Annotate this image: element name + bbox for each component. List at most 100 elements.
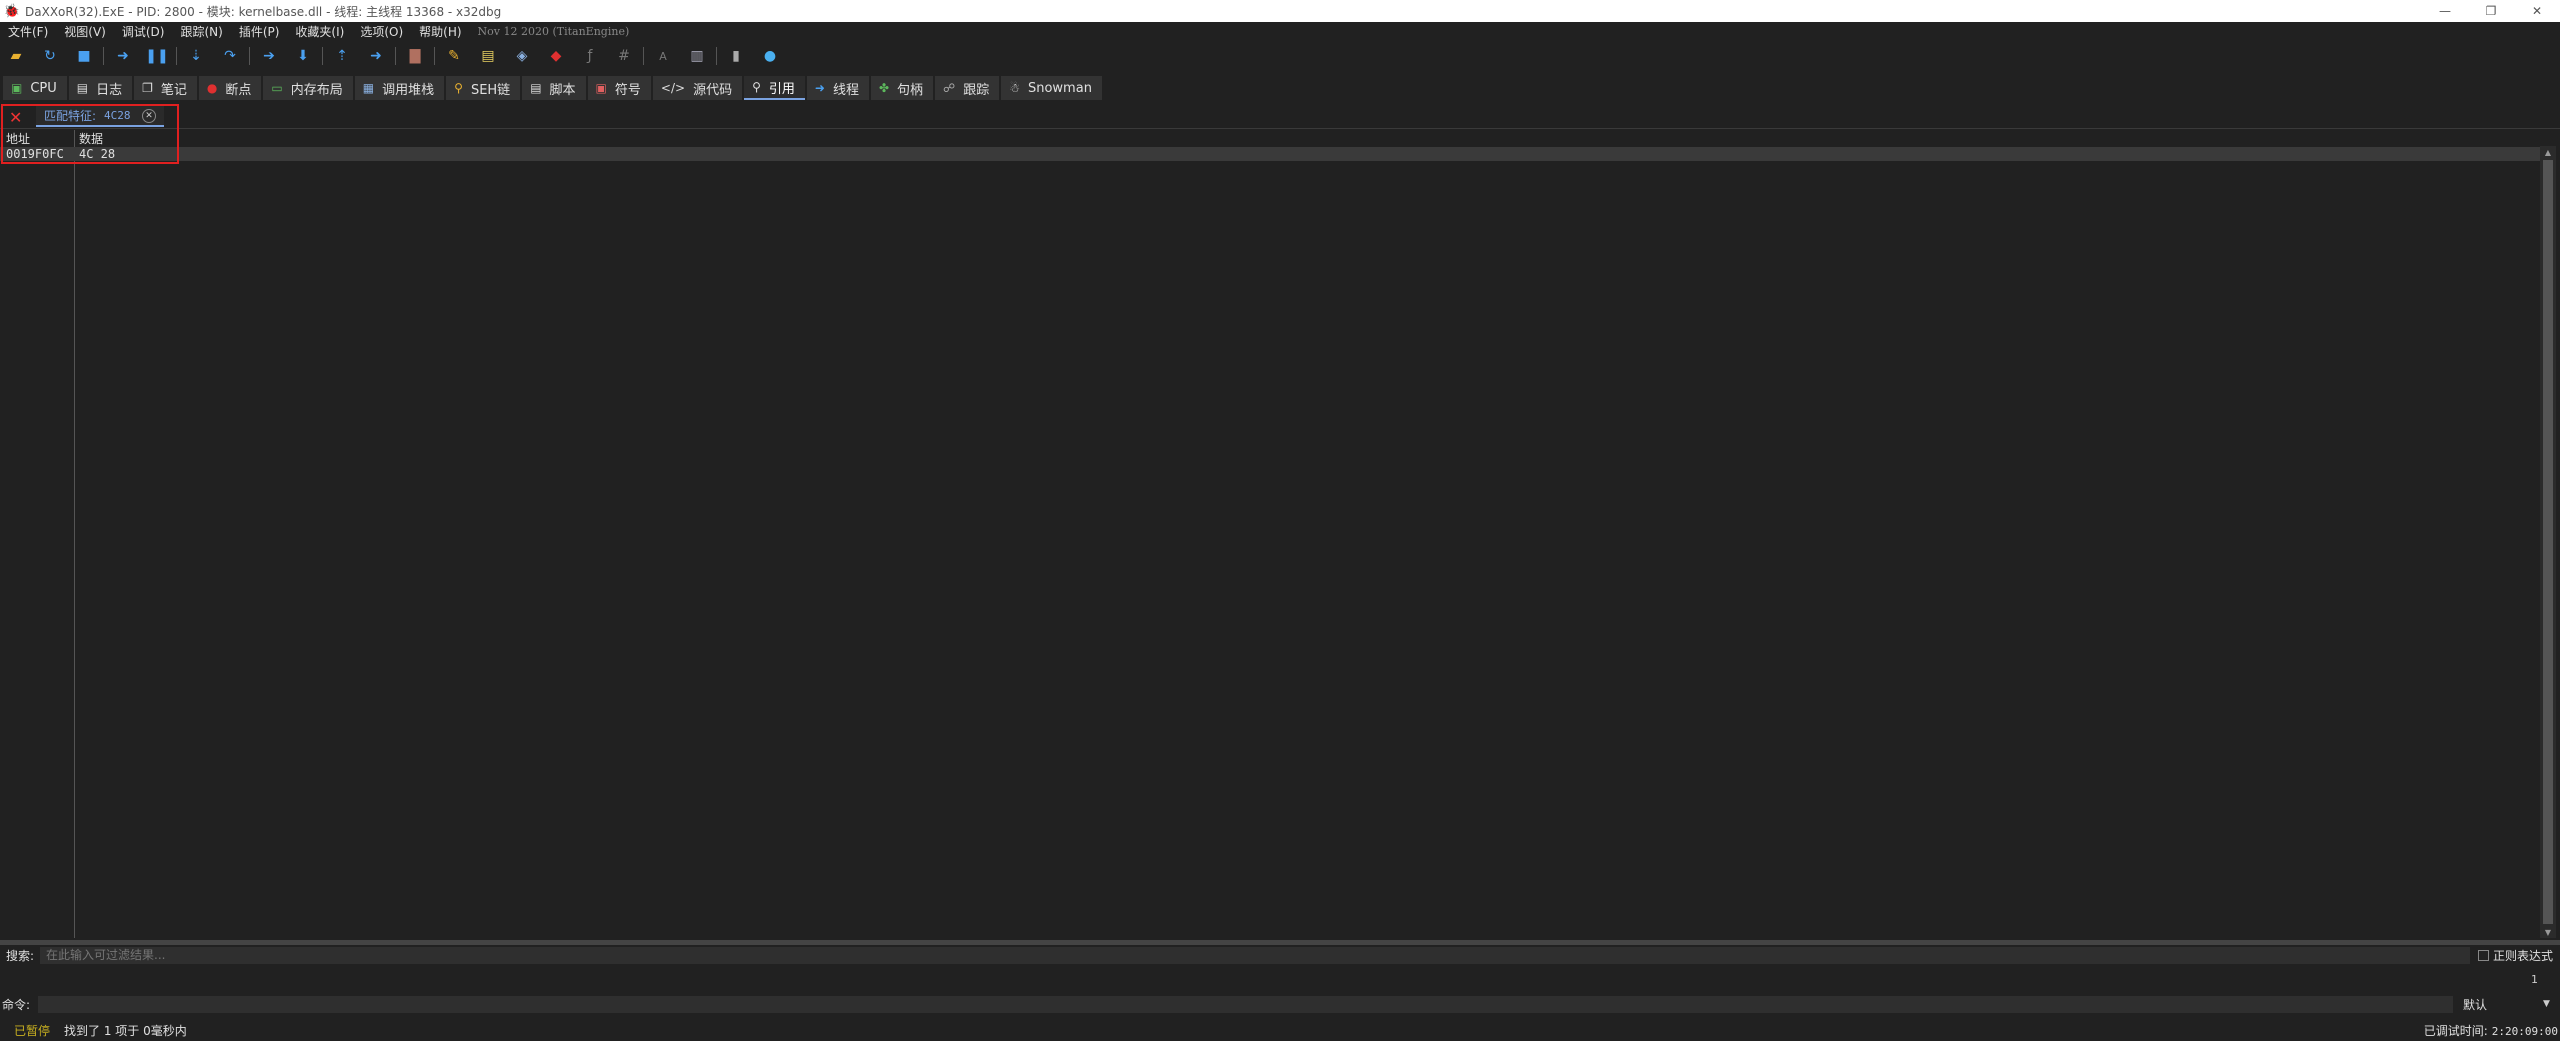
vertical-scrollbar[interactable]: ▲ ▼: [2540, 146, 2556, 938]
regex-checkbox[interactable]: 正则表达式: [2478, 947, 2553, 964]
stop-icon[interactable]: ■: [73, 45, 95, 67]
globe-icon[interactable]: ●: [759, 45, 781, 67]
tab-snowman[interactable]: ☃ Snowman: [1001, 76, 1102, 100]
toolbar-separator: [249, 47, 250, 65]
tab-cpu[interactable]: ▣ CPU: [3, 76, 67, 100]
status-bar: 已暂停 找到了 1 项于 0毫秒内 已调试时间: 2:20:09:00: [0, 1020, 2560, 1041]
step-into-icon[interactable]: ⇣: [185, 45, 207, 67]
tab-call-stack[interactable]: ▦ 调用堆栈: [354, 76, 445, 100]
cpu-icon: ▣: [11, 81, 23, 95]
run-to-selection-icon[interactable]: ➔: [258, 45, 280, 67]
tab-memory-map[interactable]: ▭ 内存布局: [263, 76, 353, 100]
calculator-icon[interactable]: ▥: [686, 45, 708, 67]
tab-label: 脚本: [549, 82, 576, 98]
seh-icon: ⚲: [454, 81, 463, 95]
menu-help[interactable]: 帮助(H): [411, 23, 469, 40]
window-controls: — ❐ ✕: [2422, 0, 2560, 22]
animate-into-icon[interactable]: ⬇: [292, 45, 314, 67]
tab-handles[interactable]: ✤ 句柄: [870, 76, 934, 100]
label-icon[interactable]: ◈: [511, 45, 533, 67]
execute-till-return-icon[interactable]: ⇡: [331, 45, 353, 67]
scroll-thumb[interactable]: [2543, 160, 2553, 924]
column-header-data[interactable]: 数据: [74, 130, 274, 146]
references-icon: ⚲: [752, 80, 761, 94]
tab-label: 跟踪: [963, 82, 990, 98]
menu-file[interactable]: 文件(F): [0, 23, 56, 40]
tab-seh-chain[interactable]: ⚲ SEH链: [446, 76, 521, 100]
menu-debug[interactable]: 调试(D): [114, 23, 173, 40]
open-icon[interactable]: ▰: [5, 45, 27, 67]
pause-icon[interactable]: ❚❚: [145, 45, 168, 67]
scroll-down-icon[interactable]: ▼: [2540, 926, 2556, 938]
restart-icon[interactable]: ↻: [39, 45, 61, 67]
pencil-icon[interactable]: ✎: [443, 45, 465, 67]
command-input[interactable]: [38, 995, 2453, 1013]
menu-view[interactable]: 视图(V): [56, 23, 114, 40]
function-icon[interactable]: ƒ: [579, 45, 601, 67]
column-header-address[interactable]: 地址: [0, 130, 74, 146]
tab-label: Snowman: [1027, 80, 1092, 96]
subtab-label: 匹配特征:: [44, 108, 97, 123]
notes-icon: ❐: [142, 81, 153, 95]
menu-plugins[interactable]: 插件(P): [231, 23, 288, 40]
reference-table: 地址 数据 0019F0FC 4C 28 ▲ ▼: [0, 130, 2560, 938]
regex-label: 正则表达式: [2493, 948, 2554, 963]
symbols-icon: ▣: [595, 81, 607, 95]
scroll-up-icon[interactable]: ▲: [2540, 146, 2556, 158]
tab-threads[interactable]: ➜ 线程: [806, 76, 869, 100]
bug-icon: 🐞: [3, 3, 21, 19]
chevron-down-icon[interactable]: ▼: [2543, 999, 2550, 1009]
window-title: DaXXoR(32).ExE - PID: 2800 - 模块: kernelb…: [25, 4, 502, 19]
restore-button[interactable]: ❐: [2468, 0, 2514, 22]
close-all-icon[interactable]: ✕: [9, 108, 22, 127]
close-button[interactable]: ✕: [2514, 0, 2560, 22]
table-row[interactable]: 0019F0FC 4C 28: [0, 147, 2540, 161]
close-tab-icon[interactable]: ✕: [142, 109, 156, 123]
source-icon: </>: [660, 81, 686, 95]
tab-label: 内存布局: [290, 82, 343, 98]
hash-icon[interactable]: #: [613, 45, 635, 67]
menu-options[interactable]: 选项(O): [352, 23, 411, 40]
toolbar-separator: [643, 47, 644, 65]
run-to-user-code-icon[interactable]: ➜: [365, 45, 387, 67]
script-icon: ▤: [530, 81, 542, 95]
tab-label: 源代码: [693, 82, 733, 98]
tab-source[interactable]: </> 源代码: [652, 76, 743, 100]
command-label: 命令:: [2, 997, 31, 1012]
search-input[interactable]: [40, 946, 2470, 964]
step-over-icon[interactable]: ↷: [219, 45, 241, 67]
menu-favourites[interactable]: 收藏夹(I): [287, 23, 352, 40]
tab-script[interactable]: ▤ 脚本: [522, 76, 586, 100]
tab-symbols[interactable]: ▣ 符号: [587, 76, 651, 100]
command-mode-select[interactable]: 默认: [2463, 996, 2543, 1013]
run-icon[interactable]: ➜: [112, 45, 134, 67]
tab-label: 调用堆栈: [382, 82, 435, 98]
notes-icon[interactable]: ▮: [725, 45, 747, 67]
menu-trace[interactable]: 跟踪(N): [172, 23, 230, 40]
breakpoint-icon: ●: [206, 81, 218, 95]
trace-icon: ☍: [943, 81, 956, 95]
tab-label: CPU: [30, 80, 57, 96]
toolbar-separator: [434, 47, 435, 65]
tab-trace[interactable]: ☍ 跟踪: [935, 76, 1000, 100]
checkbox-icon[interactable]: [2478, 949, 2489, 961]
handles-icon: ✤: [878, 81, 890, 95]
comment-icon[interactable]: ▤: [477, 45, 499, 67]
main-tab-bar: ▣ CPU ▤ 日志 ❐ 笔记 ● 断点 ▭ 内存布局 ▦ 调用堆栈 ⚲ SEH链 ▤ 脚本 ▣…: [0, 74, 2560, 100]
table-header: 地址 数据: [0, 130, 274, 146]
subtab-pattern: 4C28: [104, 108, 131, 122]
font-icon[interactable]: A: [652, 45, 674, 67]
minimize-button[interactable]: —: [2422, 0, 2468, 22]
callstack-icon: ▦: [362, 81, 375, 95]
tab-label: 日志: [96, 82, 123, 98]
bookmark-icon[interactable]: ◆: [545, 45, 567, 67]
reference-subtab[interactable]: 匹配特征: 4C28 ✕: [36, 105, 164, 127]
tab-log[interactable]: ▤ 日志: [68, 76, 133, 100]
tab-references[interactable]: ⚲ 引用: [744, 76, 805, 100]
tab-notes[interactable]: ❐ 笔记: [134, 76, 197, 100]
toolbar-separator: [395, 47, 396, 65]
cell-data: 4C 28: [79, 147, 116, 161]
scylla-icon[interactable]: ▇: [404, 45, 426, 67]
tab-breakpoints[interactable]: ● 断点: [198, 76, 262, 100]
column-divider[interactable]: [74, 130, 75, 938]
